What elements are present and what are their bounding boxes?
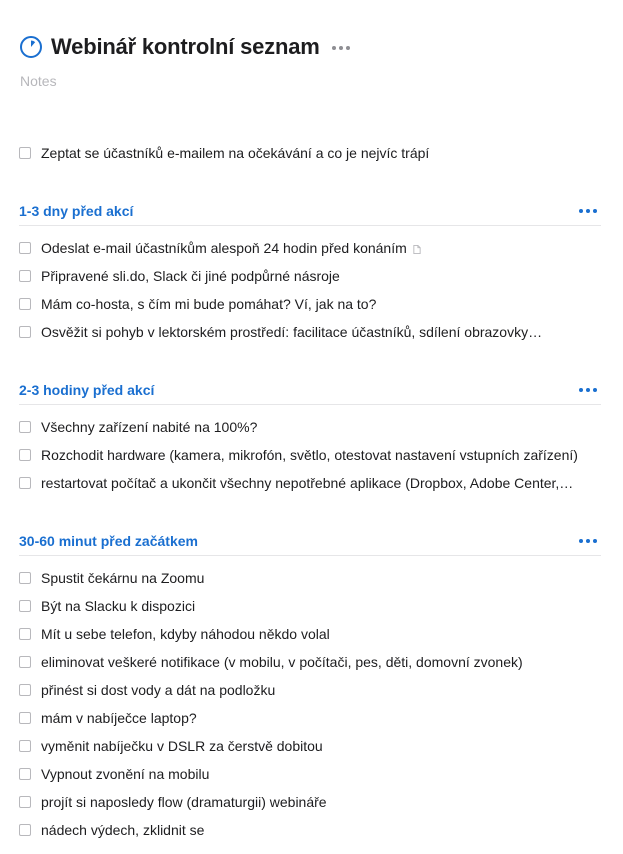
todo-label: vyměnit nabíječku v DSLR za čerstvě dobi… (41, 738, 323, 754)
todo-item[interactable]: Mám co-hosta, s čím mi bude pomáhat? Ví,… (19, 290, 376, 318)
progress-circle-icon[interactable] (19, 35, 43, 59)
todo-item[interactable]: Vypnout zvonění na mobilu (19, 760, 209, 788)
todo-checkbox[interactable] (19, 147, 31, 159)
todo-item[interactable]: Být na Slacku k dispozici (19, 592, 195, 620)
todo-label: Osvěžit si pohyb v lektorském prostředí:… (41, 324, 543, 340)
todo-item[interactable]: vyměnit nabíječku v DSLR za čerstvě dobi… (19, 732, 323, 760)
section-heading-label: 1-3 dny před akcí (19, 203, 134, 219)
todo-label: mám v nabíječce laptop? (41, 710, 197, 726)
todo-item[interactable]: Osvěžit si pohyb v lektorském prostředí:… (19, 318, 542, 346)
todo-item[interactable]: eliminovat veškeré notifikace (v mobilu,… (19, 648, 523, 676)
todo-checkbox[interactable] (19, 326, 31, 338)
todo-item[interactable]: nádech výdech, zklidnit se (19, 816, 204, 844)
todo-label: Být na Slacku k dispozici (41, 598, 196, 614)
todo-checkbox[interactable] (19, 298, 31, 310)
todo-label: přinést si dost vody a dát na podložku (41, 682, 276, 698)
todo-item[interactable]: mám v nabíječce laptop? (19, 704, 197, 732)
todo-checkbox[interactable] (19, 824, 31, 836)
todo-item[interactable]: Odeslat e-mail účastníkům alespoň 24 hod… (19, 234, 421, 262)
todo-checkbox[interactable] (19, 740, 31, 752)
section-heading[interactable]: 30-60 minut před začátkem (19, 529, 601, 556)
todo-label: projít si naposledy flow (dramaturgii) w… (41, 794, 327, 810)
todo-label: Mít u sebe telefon, kdyby náhodou někdo … (41, 626, 330, 642)
ellipsis-icon[interactable] (579, 388, 597, 392)
todo-checkbox[interactable] (19, 656, 31, 668)
todo-label: Odeslat e-mail účastníkům alespoň 24 hod… (41, 240, 407, 256)
todo-label: Mám co-hosta, s čím mi bude pomáhat? Ví,… (41, 296, 377, 312)
todo-checkbox[interactable] (19, 421, 31, 433)
todo-label: Vypnout zvonění na mobilu (41, 766, 210, 782)
section-heading-label: 2-3 hodiny před akcí (19, 382, 155, 398)
todo-checkbox[interactable] (19, 768, 31, 780)
todo-label: eliminovat veškeré notifikace (v mobilu,… (41, 654, 523, 670)
project-header: Webinář kontrolní seznam (19, 34, 350, 60)
todo-checkbox[interactable] (19, 712, 31, 724)
ellipsis-icon[interactable] (579, 209, 597, 213)
todo-checkbox[interactable] (19, 572, 31, 584)
todo-label: Všechny zařízení nabité na 100%? (41, 419, 258, 435)
todo-item[interactable]: Rozchodit hardware (kamera, mikrofón, sv… (19, 441, 578, 469)
todo-label: Rozchodit hardware (kamera, mikrofón, sv… (41, 447, 578, 463)
todo-checkbox[interactable] (19, 796, 31, 808)
todo-item[interactable]: projít si naposledy flow (dramaturgii) w… (19, 788, 327, 816)
page-title[interactable]: Webinář kontrolní seznam (51, 34, 320, 60)
section-heading[interactable]: 1-3 dny před akcí (19, 199, 601, 226)
todo-item[interactable]: Mít u sebe telefon, kdyby náhodou někdo … (19, 620, 330, 648)
notes-field[interactable]: Notes (20, 73, 57, 89)
todo-checkbox[interactable] (19, 477, 31, 489)
todo-label: Připravené sli.do, Slack či jiné podpůrn… (41, 268, 340, 284)
todo-checkbox[interactable] (19, 684, 31, 696)
todo-item[interactable]: Spustit čekárnu na Zoomu (19, 564, 204, 592)
todo-item[interactable]: přinést si dost vody a dát na podložku (19, 676, 275, 704)
todo-label: restartovat počítač a ukončit všechny ne… (41, 475, 574, 491)
ellipsis-icon[interactable] (579, 539, 597, 543)
todo-checkbox[interactable] (19, 242, 31, 254)
todo-item[interactable]: Připravené sli.do, Slack či jiné podpůrn… (19, 262, 340, 290)
todo-checkbox[interactable] (19, 628, 31, 640)
section-heading-label: 30-60 minut před začátkem (19, 533, 198, 549)
todo-checkbox[interactable] (19, 449, 31, 461)
todo-checkbox[interactable] (19, 600, 31, 612)
todo-item[interactable]: restartovat počítač a ukončit všechny ne… (19, 469, 573, 497)
todo-label: Zeptat se účastníků e-mailem na očekáván… (41, 145, 430, 161)
section-heading[interactable]: 2-3 hodiny před akcí (19, 378, 601, 405)
todo-item[interactable]: Všechny zařízení nabité na 100%? (19, 413, 257, 441)
todo-label: nádech výdech, zklidnit se (41, 822, 205, 838)
todo-label: Spustit čekárnu na Zoomu (41, 570, 205, 586)
todo-checkbox[interactable] (19, 270, 31, 282)
note-icon (413, 244, 421, 254)
todo-item[interactable]: Zeptat se účastníků e-mailem na očekáván… (19, 139, 429, 167)
ellipsis-icon[interactable] (331, 44, 350, 50)
